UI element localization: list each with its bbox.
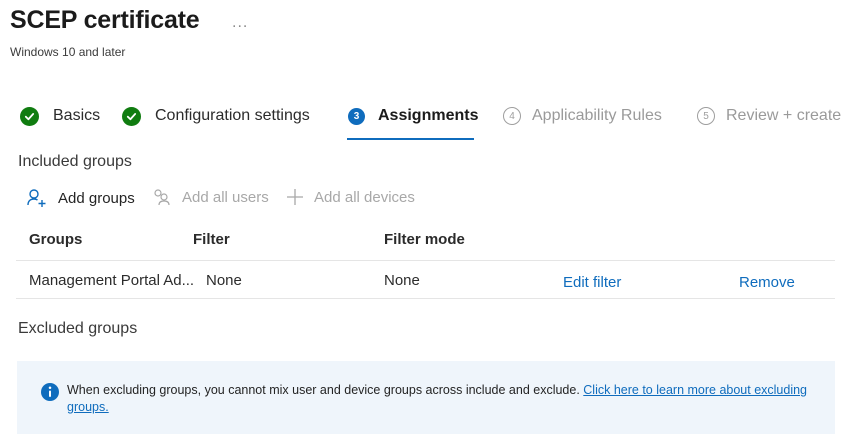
add-all-users-button[interactable]: Add all users: [152, 188, 269, 206]
people-icon: [154, 189, 170, 206]
active-step-indicator: [347, 138, 474, 140]
plus-icon: [287, 189, 303, 205]
wizard-steps: Basics Configuration settings 3 Assignme…: [0, 100, 860, 140]
remove-link[interactable]: Remove: [739, 274, 795, 291]
step-assignments[interactable]: 3 Assignments: [348, 100, 478, 132]
page-subtitle: Windows 10 and later: [10, 45, 126, 59]
step-applicability-rules[interactable]: 4 Applicability Rules: [503, 100, 662, 132]
included-groups-toolbar: Add groups Add all users Add all devices: [22, 188, 442, 212]
info-text: When excluding groups, you cannot mix us…: [67, 383, 584, 397]
more-options-button[interactable]: ...: [232, 14, 248, 32]
included-groups-heading: Included groups: [18, 153, 132, 170]
page-title: SCEP certificate: [10, 6, 200, 34]
table-divider: [16, 260, 835, 261]
checkmark-icon: [20, 106, 39, 126]
filter-cell: None: [206, 272, 242, 289]
step-review-create[interactable]: 5 Review + create: [697, 100, 841, 132]
step-basics[interactable]: Basics: [20, 100, 100, 132]
step-label: Configuration settings: [155, 107, 310, 124]
step-label: Applicability Rules: [532, 107, 662, 124]
table-divider: [16, 298, 835, 299]
add-groups-button[interactable]: Add groups: [26, 188, 135, 208]
column-header-groups: Groups: [29, 231, 83, 248]
info-banner: When excluding groups, you cannot mix us…: [17, 361, 835, 434]
excluded-groups-heading: Excluded groups: [18, 320, 138, 337]
filter-mode-cell: None: [384, 272, 420, 289]
checkmark-icon: [122, 106, 141, 126]
info-message: When excluding groups, you cannot mix us…: [67, 382, 807, 416]
step-label: Assignments: [378, 107, 479, 124]
add-groups-label: Add groups: [58, 189, 135, 207]
column-header-filter-mode: Filter mode: [384, 231, 465, 248]
add-all-users-label: Add all users: [182, 188, 269, 206]
step-number-badge: 5: [697, 107, 715, 125]
step-number-badge: 3: [348, 107, 365, 125]
step-configuration-settings[interactable]: Configuration settings: [122, 100, 310, 132]
info-icon: [41, 383, 59, 401]
add-person-icon: [27, 189, 46, 207]
step-number-badge: 4: [503, 107, 521, 125]
step-label: Basics: [53, 107, 101, 124]
group-name-cell: Management Portal Ad...: [29, 272, 195, 289]
edit-filter-link[interactable]: Edit filter: [563, 274, 621, 291]
add-all-devices-label: Add all devices: [314, 188, 415, 206]
column-header-filter: Filter: [193, 231, 230, 248]
add-all-devices-button[interactable]: Add all devices: [286, 188, 415, 206]
step-label: Review + create: [726, 107, 842, 124]
